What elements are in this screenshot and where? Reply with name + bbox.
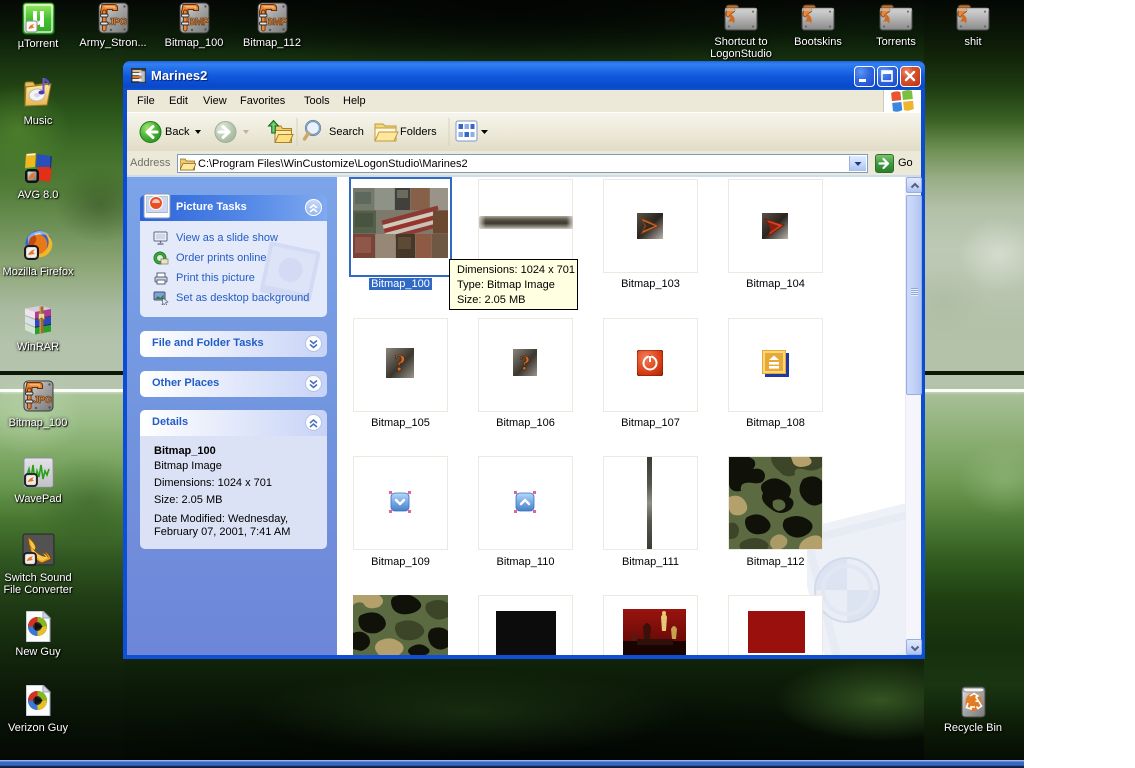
svg-text:JPG: JPG (108, 17, 127, 28)
svg-text:?: ? (394, 351, 406, 377)
svg-text:JPG: JPG (33, 395, 52, 406)
svg-text:BMP: BMP (188, 17, 210, 28)
svg-text:BMP: BMP (266, 17, 288, 28)
svg-text:?: ? (520, 351, 531, 375)
